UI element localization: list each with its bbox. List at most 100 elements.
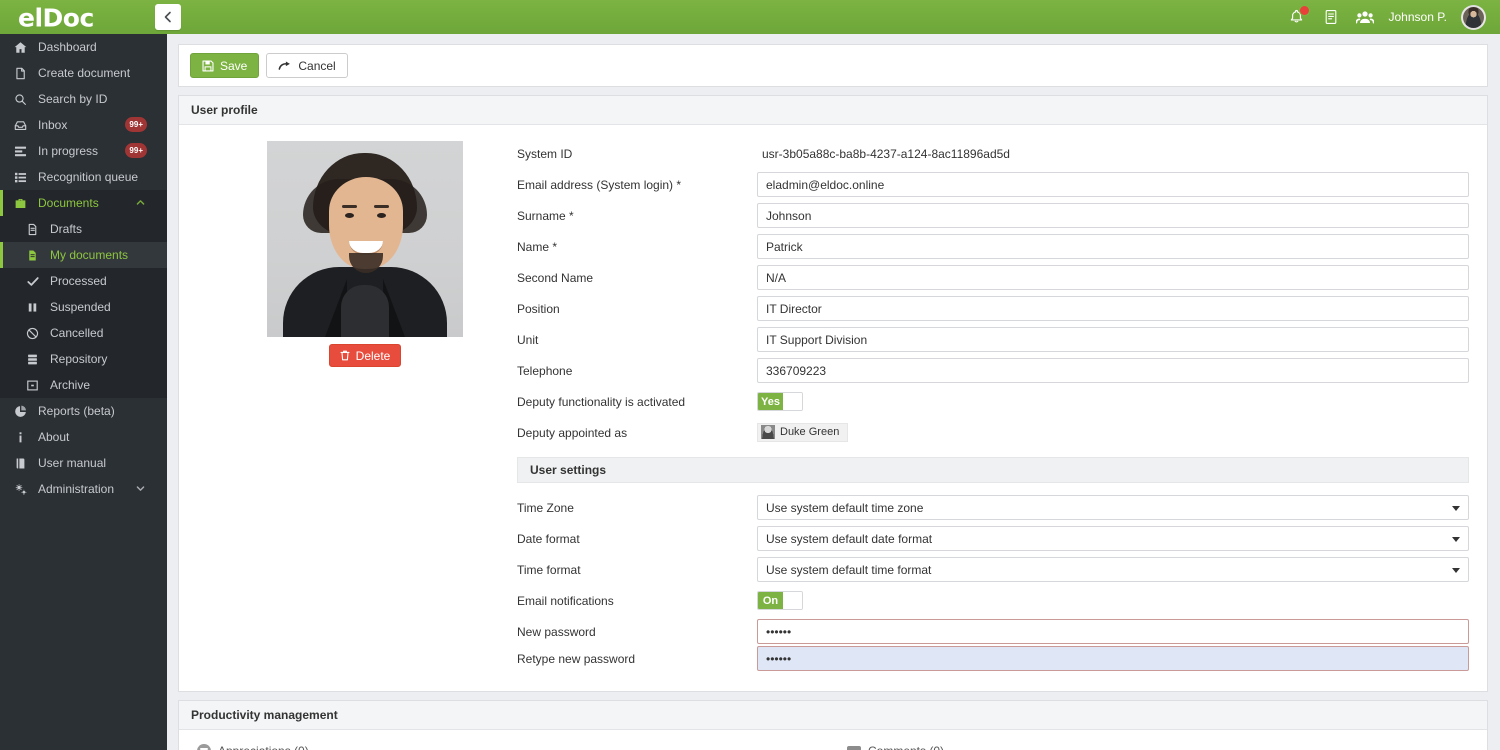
group-icon: [1355, 9, 1374, 25]
productivity-title: Productivity management: [179, 701, 1487, 730]
name-input[interactable]: [757, 234, 1469, 259]
sidebar-item-documents[interactable]: Documents: [0, 190, 167, 216]
sidebar-item-badge: 99+: [125, 143, 147, 158]
save-button-label: Save: [220, 58, 248, 73]
sidebar-item-about[interactable]: About: [0, 424, 167, 450]
user-photo: [267, 141, 463, 337]
chevron-up-icon[interactable]: [136, 196, 145, 210]
surname-value-cell: [757, 203, 1469, 228]
productivity-panel: Productivity management Appreciations (0…: [178, 700, 1488, 750]
sidebar-item-create-document[interactable]: Create document: [0, 60, 167, 86]
current-user-name[interactable]: Johnson P.: [1389, 10, 1448, 24]
sidebar-item-suspended[interactable]: Suspended: [0, 294, 167, 320]
save-button[interactable]: Save: [190, 53, 260, 78]
sidebar-item-label: Suspended: [50, 300, 111, 314]
time-format-selected-value: Use system default time format: [766, 562, 932, 577]
sidebar-item-drafts[interactable]: Drafts: [0, 216, 167, 242]
chevron-down-icon[interactable]: [136, 482, 145, 496]
delete-photo-button[interactable]: Delete: [328, 344, 402, 367]
date-format-select[interactable]: Use system default date format: [757, 526, 1469, 551]
chevron-down-icon: [1452, 568, 1460, 573]
documents-shortcut-button[interactable]: [1321, 7, 1341, 27]
system-id-value: usr-3b05a88c-ba8b-4237-a124-8ac11896ad5d: [762, 146, 1010, 161]
sidebar-item-my-documents[interactable]: My documents: [0, 242, 167, 268]
notifications-button[interactable]: [1287, 5, 1310, 27]
user-photo-column: Delete: [197, 139, 517, 673]
pause-icon: [26, 301, 46, 314]
sidebar-item-in-progress[interactable]: In progress 99+: [0, 138, 167, 164]
sidebar-item-reports-beta[interactable]: Reports (beta): [0, 398, 167, 424]
appreciations-meta[interactable]: Appreciations (0): [197, 744, 847, 750]
retype-new-password-value-cell: [757, 646, 1469, 671]
email-address-system-login-input[interactable]: [757, 172, 1469, 197]
deputy-appointed-as-value-cell: Duke Green: [757, 422, 1469, 443]
sidebar-item-label: Repository: [50, 352, 108, 366]
position-label: Position: [517, 301, 560, 316]
draft-file-icon: [26, 223, 46, 236]
sidebar-item-processed[interactable]: Processed: [0, 268, 167, 294]
chevron-down-icon: [1452, 537, 1460, 542]
deputy-functionality-is-activated-toggle[interactable]: Yes: [757, 392, 803, 411]
main-content: Save Cancel User profile Delete System I…: [167, 34, 1500, 750]
sidebar-item-repository[interactable]: Repository: [0, 346, 167, 372]
sidebar-item-recognition-queue[interactable]: Recognition queue: [0, 164, 167, 190]
system-id-label: System ID: [517, 146, 573, 161]
cancel-button[interactable]: Cancel: [266, 53, 348, 78]
user-settings-section-title: User settings: [517, 457, 1469, 483]
field-row: Time Zone Use system default time zone: [517, 495, 1469, 520]
sidebar-item-label: Drafts: [50, 222, 83, 236]
app-logo[interactable]: elDoc: [0, 0, 140, 36]
time-zone-select[interactable]: Use system default time zone: [757, 495, 1469, 520]
second-name-input[interactable]: [757, 265, 1469, 290]
email-notifications-toggle-state: On: [758, 592, 783, 609]
sidebar-item-user-manual[interactable]: User manual: [0, 450, 167, 476]
email-address-system-login-value-cell: [757, 172, 1469, 197]
chip-avatar-icon: [761, 425, 775, 440]
unit-input[interactable]: [757, 327, 1469, 352]
group-shortcut-button[interactable]: [1355, 7, 1375, 27]
app-logo-text: elDoc: [18, 3, 94, 33]
productivity-body: Appreciations (0) Comments (0) Johnson P…: [179, 730, 1487, 750]
sidebar-item-label: Inbox: [38, 118, 68, 132]
unit-label: Unit: [517, 332, 539, 347]
deputy-appointed-as-chip-label: Duke Green: [780, 426, 840, 439]
deputy-appointed-as-label: Deputy appointed as: [517, 425, 628, 440]
sidebar-item-badge: 99+: [125, 117, 147, 132]
sidebar-item-search-by-id[interactable]: Search by ID: [0, 86, 167, 112]
comments-label: Comments (0): [868, 744, 944, 750]
time-format-select[interactable]: Use system default time format: [757, 557, 1469, 582]
deputy-appointed-as-chip[interactable]: Duke Green: [757, 422, 849, 442]
sidebar-item-label: Administration: [38, 482, 115, 496]
position-input[interactable]: [757, 296, 1469, 321]
email-notifications-toggle[interactable]: On: [757, 591, 803, 610]
field-row: Telephone: [517, 358, 1469, 383]
surname-label: Surname *: [517, 208, 574, 223]
sidebar-item-inbox[interactable]: Inbox 99+: [0, 112, 167, 138]
new-password-input[interactable]: [757, 619, 1469, 644]
pie-chart-icon: [14, 405, 34, 418]
surname-input[interactable]: [757, 203, 1469, 228]
sidebar-item-label: About: [38, 430, 70, 444]
deputy-functionality-is-activated-label: Deputy functionality is activated: [517, 394, 686, 409]
field-row: Retype new password: [517, 646, 1469, 671]
sidebar-item-label: Documents: [38, 196, 99, 210]
telephone-input[interactable]: [757, 358, 1469, 383]
comments-meta[interactable]: Comments (0): [847, 744, 944, 750]
retype-new-password-label: Retype new password: [517, 651, 636, 666]
trash-icon: [340, 350, 350, 361]
email-notifications-label: Email notifications: [517, 593, 614, 608]
sidebar-collapse-button[interactable]: [155, 4, 181, 30]
progress-icon: [14, 145, 34, 158]
avatar[interactable]: [1461, 4, 1486, 30]
sidebar-item-archive[interactable]: Archive: [0, 372, 167, 398]
sidebar-item-dashboard[interactable]: Dashboard: [0, 34, 167, 60]
profile-fields-column: System ID usr-3b05a88c-ba8b-4237-a124-8ac…: [517, 139, 1469, 673]
retype-new-password-input[interactable]: [757, 646, 1469, 671]
time-format-value-cell: Use system default time format: [757, 557, 1469, 582]
sidebar-item-administration[interactable]: Administration: [0, 476, 167, 502]
sidebar-item-cancelled[interactable]: Cancelled: [0, 320, 167, 346]
field-row: Name *: [517, 234, 1469, 259]
action-toolbar: Save Cancel: [179, 45, 1487, 86]
archive-icon: [26, 379, 46, 392]
field-row: Position: [517, 296, 1469, 321]
